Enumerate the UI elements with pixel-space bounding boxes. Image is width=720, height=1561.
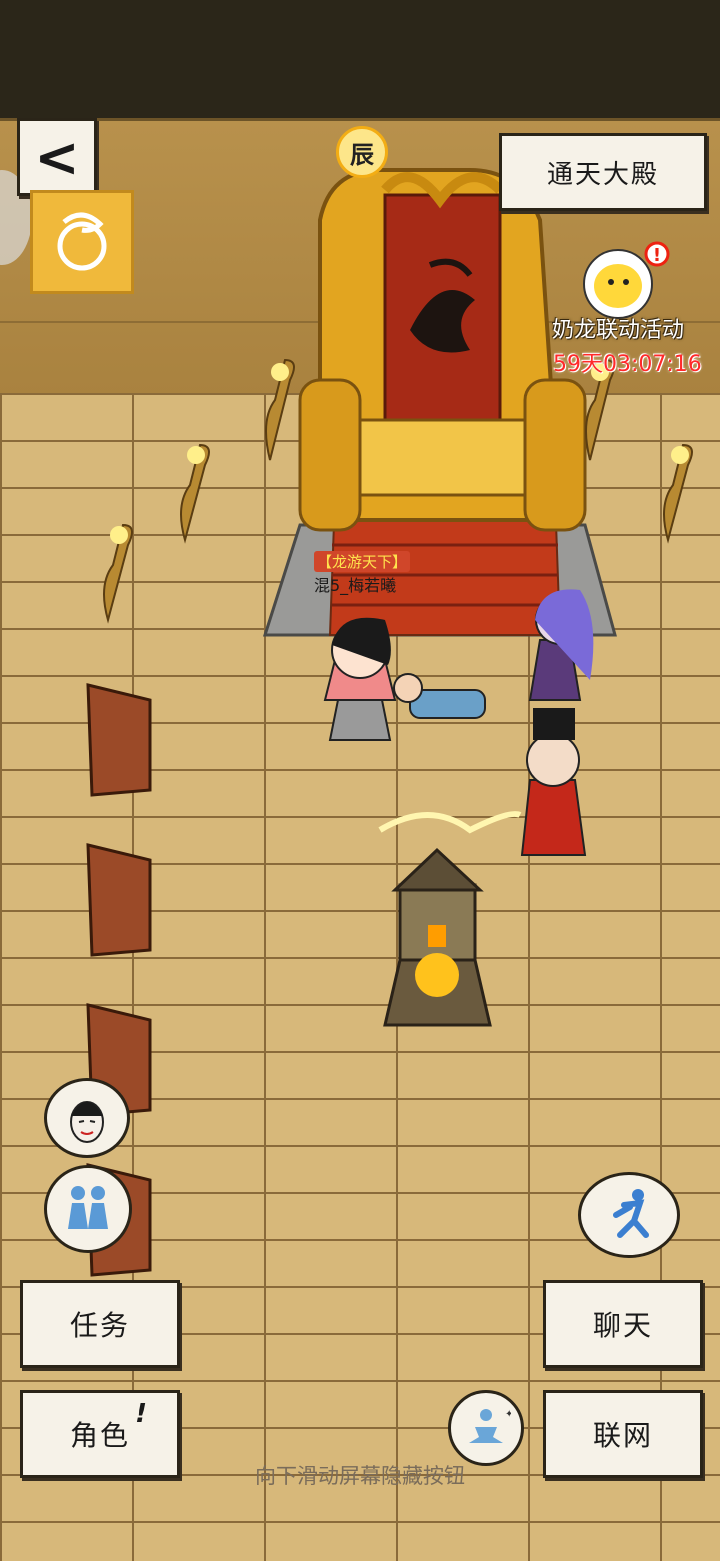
role-alert-icon: ! [135, 1399, 149, 1429]
run-button[interactable] [578, 1172, 680, 1258]
task-label: 任务 [69, 1309, 130, 1342]
network-label: 联网 [592, 1419, 653, 1452]
event-timer: 59天03:07:16 [553, 352, 702, 377]
chat-label: 聊天 [592, 1309, 653, 1342]
time-symbol: 辰 [350, 140, 374, 169]
meditate-button[interactable]: ✦ [448, 1390, 524, 1466]
masked-face-icon [70, 1101, 104, 1143]
team-button[interactable] [44, 1165, 132, 1253]
team-icon [68, 1186, 108, 1229]
milk-dragon-event-icon: ! [583, 241, 670, 319]
purple-npc [528, 589, 594, 701]
meditation-icon: ✦ [469, 1409, 511, 1443]
event-title[interactable]: 奶龙联动活动 [552, 312, 684, 344]
svg-text:!: ! [653, 245, 661, 266]
location-name: 通天大殿 [546, 159, 659, 190]
chat-button[interactable]: 聊天 [543, 1280, 703, 1368]
dragon-icon [57, 212, 107, 271]
time-of-day-sun-icon: 辰 [336, 126, 388, 178]
role-label: 角色 [69, 1419, 130, 1452]
task-button[interactable]: 任务 [20, 1280, 180, 1368]
incense-burner [378, 811, 522, 1027]
player-name: 混5_梅若曦 [314, 576, 397, 595]
hide-buttons-hint: 向下滑动屏幕隐藏按钮 [255, 1464, 465, 1488]
running-man-icon [613, 1189, 649, 1238]
player-guild-tag: 【龙游天下】 [314, 551, 411, 572]
back-chevron-icon: < [34, 125, 80, 189]
back-button[interactable]: < [17, 118, 97, 196]
mask-character-button[interactable] [44, 1078, 130, 1158]
player-character [323, 617, 397, 741]
svg-text:✦: ✦ [505, 1409, 511, 1420]
dragon-emblem-badge[interactable] [30, 190, 134, 294]
official-npc [520, 708, 587, 856]
event-button[interactable]: ! [578, 240, 672, 320]
location-name-button[interactable]: 通天大殿 [499, 133, 707, 211]
dragon-throne [298, 168, 587, 532]
lying-npc [393, 673, 486, 719]
